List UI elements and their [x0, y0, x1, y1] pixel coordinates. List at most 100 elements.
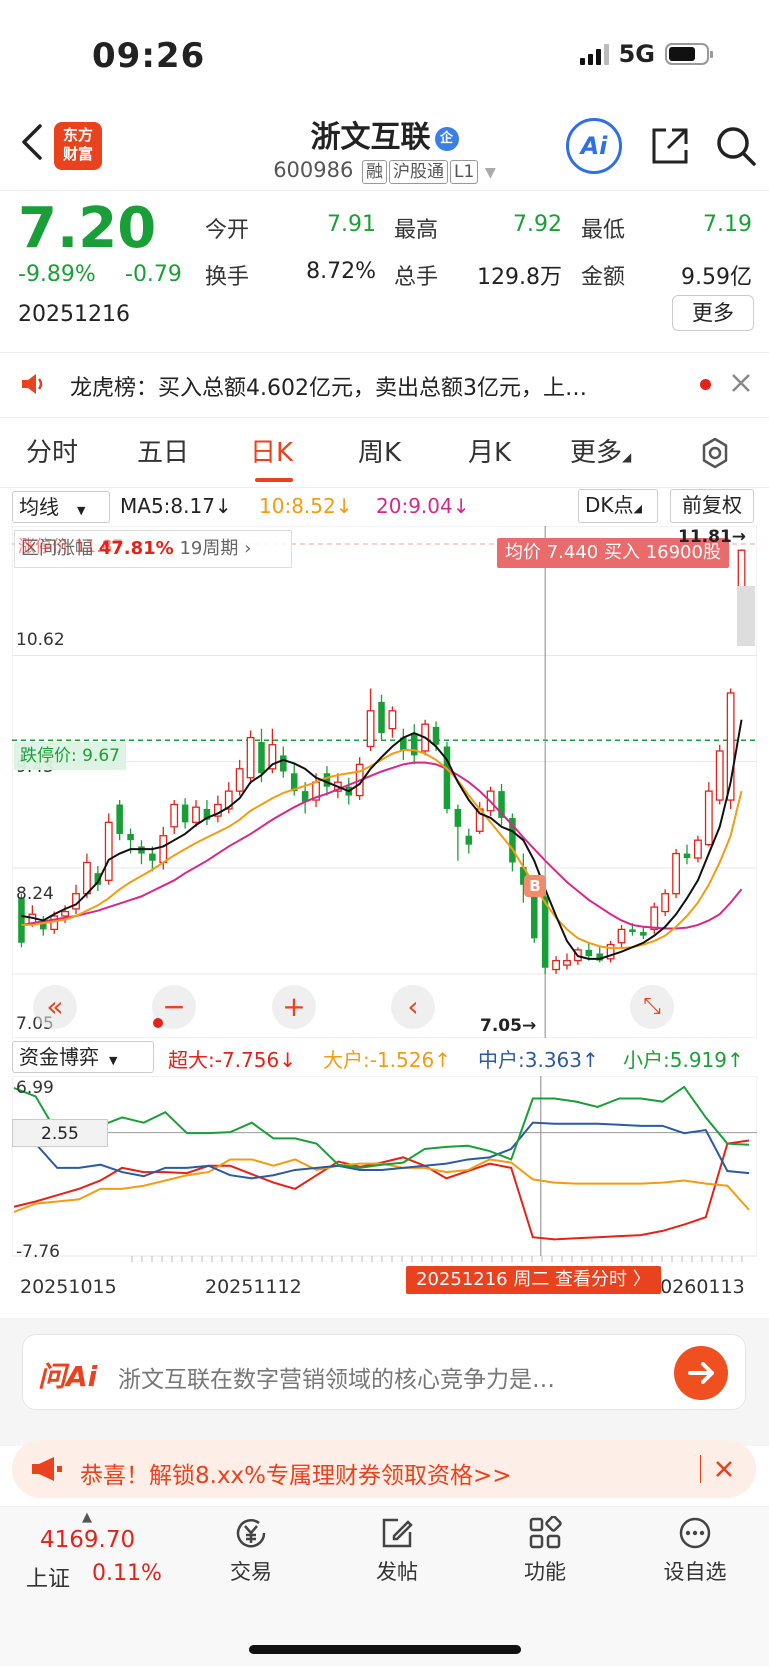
candle-body	[465, 835, 473, 845]
tab-intraday[interactable]: 分时	[26, 432, 78, 469]
fund-large-label: 大户:-1.526↑	[323, 1048, 451, 1072]
promo-text: 恭喜！解锁8.xx%专属理财券领取资格>>	[80, 1463, 512, 1489]
fund-mid-label: 中户:3.363↑	[478, 1048, 599, 1072]
candle-body	[661, 893, 670, 913]
grid-icon	[528, 1515, 562, 1550]
high-price-mark: 11.81→	[678, 527, 747, 547]
candle-body	[323, 773, 331, 787]
network-label: 5G	[618, 40, 655, 68]
stat-label-high: 最高	[394, 218, 439, 243]
home-indicator	[249, 1645, 521, 1654]
fund-small-label: 小户:5.919↑	[623, 1048, 744, 1072]
dk-point-button[interactable]: DK点◢	[578, 489, 658, 523]
ai-button[interactable]: Ai	[566, 118, 622, 174]
nav-function[interactable]: 功能	[500, 1515, 590, 1586]
candle-body	[640, 932, 647, 936]
range-period: 19周期	[179, 538, 239, 559]
promo-close-icon[interactable]	[714, 1459, 734, 1479]
x-label-4: 20260113	[648, 1276, 745, 1298]
stat-label-volume: 总手	[394, 265, 439, 290]
expand-icon[interactable]: ⤡	[630, 985, 674, 1029]
gear-icon[interactable]	[698, 436, 732, 470]
adjust-button[interactable]: 前复权	[670, 489, 754, 523]
signal-icon	[579, 43, 609, 65]
tab-more[interactable]: 更多◢	[570, 432, 631, 469]
stock-code: 600986	[273, 158, 354, 182]
fund-series-line	[13, 1085, 750, 1169]
fund-y-top: 6.99	[16, 1078, 54, 1098]
y-label-10-62: 10.62	[16, 630, 65, 650]
candle-body	[116, 804, 123, 834]
fund-flow-chart[interactable]	[12, 1076, 757, 1272]
stat-value-turnover: 8.72%	[306, 259, 376, 284]
fund-select[interactable]: 资金博弈 ▼	[12, 1041, 154, 1073]
candle-body	[149, 853, 156, 861]
stat-label-low: 最低	[581, 218, 626, 243]
tag-level: L1	[450, 160, 479, 184]
edit-icon	[380, 1516, 414, 1550]
more-stats-button[interactable]: 更多	[672, 295, 754, 331]
candle-body	[104, 821, 113, 881]
tabs-divider	[0, 487, 769, 488]
change-amount: -0.79	[125, 262, 182, 287]
limit-down-badge: 跌停价: 9.67	[14, 742, 126, 770]
tab-active-indicator	[255, 478, 293, 482]
zoom-in-icon[interactable]: +	[272, 985, 316, 1029]
arrow-right-icon[interactable]	[674, 1346, 728, 1400]
fund-y-cursor: 2.55	[12, 1119, 108, 1147]
index-value[interactable]: 4169.70	[40, 1527, 135, 1553]
candlestick-chart[interactable]	[12, 526, 757, 1038]
nav-trade-label: 交易	[230, 1560, 272, 1584]
current-price: 7.20	[18, 196, 157, 261]
limit-down-label: 跌停价:	[20, 746, 77, 766]
candle-body	[585, 949, 593, 957]
nav-post[interactable]: 发帖	[352, 1516, 442, 1586]
candle-body	[672, 852, 681, 895]
fund-y-bottom: -7.76	[16, 1242, 60, 1262]
candle-body	[617, 928, 626, 944]
candle-body	[693, 839, 702, 859]
nav-watchlist-label: 设自选	[663, 1560, 727, 1584]
search-icon[interactable]	[714, 124, 758, 168]
tab-monthly-k[interactable]: 月K	[468, 432, 511, 469]
stat-value-amount: 9.59亿	[681, 265, 752, 290]
nav-trade[interactable]: 交易	[206, 1516, 296, 1586]
cursor-date-label[interactable]: 20251216 周二 查看分时 〉	[406, 1266, 661, 1294]
fund-select-label: 资金博弈	[19, 1045, 99, 1069]
x-label-2: 20251112	[205, 1276, 302, 1298]
index-name: 上证	[26, 1567, 71, 1592]
megaphone-icon	[30, 1455, 64, 1483]
candle-body	[181, 804, 189, 823]
candle-body	[388, 710, 397, 730]
candle-body	[563, 959, 571, 966]
ai-placeholder: 浙文互联在数字营销领域的核心竞争力是…	[118, 1367, 555, 1393]
stat-label-turnover: 换手	[205, 265, 250, 290]
candle-body	[82, 861, 91, 895]
tag-connect: 沪股通	[389, 160, 449, 184]
index-up-icon: ▲	[82, 1510, 92, 1525]
indicator-select[interactable]: 均线 ▼	[12, 491, 110, 523]
fund-series-line	[13, 1121, 750, 1180]
chevron-down-icon: ▼	[485, 165, 496, 181]
close-icon[interactable]	[730, 372, 752, 394]
share-icon[interactable]	[648, 124, 692, 168]
dk-point-label: DK点	[585, 493, 634, 517]
nav-watchlist[interactable]: 设自选	[650, 1516, 740, 1586]
scroll-left-icon[interactable]: ‹	[391, 985, 435, 1029]
fund-series-line	[13, 1139, 750, 1241]
stat-value-low: 7.19	[703, 212, 752, 237]
tab-daily-k[interactable]: 日K	[250, 432, 293, 469]
candle-body	[683, 853, 691, 859]
tab-five-day[interactable]: 五日	[137, 432, 189, 469]
tab-weekly-k[interactable]: 周K	[358, 432, 401, 469]
candle-body	[410, 733, 418, 756]
low-price-mark: 7.05→	[480, 1016, 537, 1036]
candle-body	[432, 726, 440, 745]
zoom-dot	[153, 1018, 163, 1028]
ma10-label: 10:8.52↓	[259, 494, 353, 518]
ai-logo: 问Ai	[38, 1360, 98, 1393]
candle-body	[18, 898, 25, 943]
ma20-line	[21, 761, 743, 930]
stock-name: 浙文互联	[310, 120, 431, 155]
rewind-icon[interactable]: «	[33, 985, 77, 1029]
